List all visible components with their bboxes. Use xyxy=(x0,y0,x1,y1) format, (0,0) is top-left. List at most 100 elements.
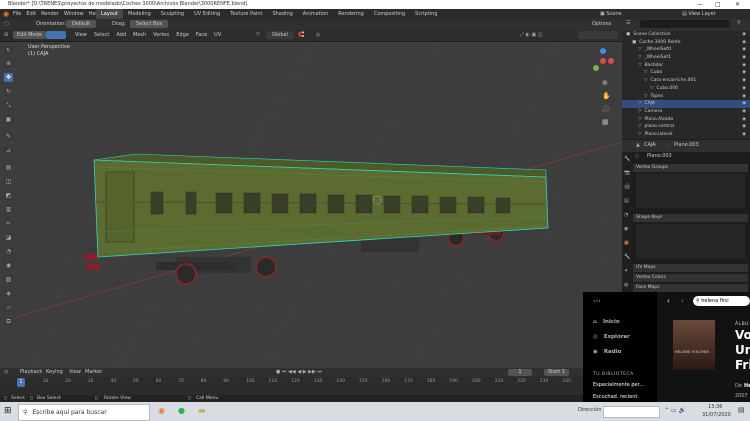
panel-face-maps[interactable]: Face Maps xyxy=(633,284,748,292)
tweak-tool-icon[interactable]: ↖ xyxy=(4,46,13,55)
physics-tab-icon[interactable]: ◍ xyxy=(624,282,628,288)
menu-vertex[interactable]: Vertex xyxy=(153,32,169,38)
outliner-row[interactable]: ▽ Plano.Alzado ◉ xyxy=(622,116,750,124)
view-layer-selector[interactable]: ▤ View Layer xyxy=(682,9,716,19)
visibility-eye-icon[interactable]: ◉ xyxy=(742,69,746,77)
shrink-fatten-tool-icon[interactable]: ◈ xyxy=(4,289,13,298)
maximize-button[interactable]: □ xyxy=(715,0,721,9)
perspective-toggle-icon[interactable]: ▦ xyxy=(602,118,609,126)
shading-mode-buttons[interactable] xyxy=(578,31,618,39)
outliner-row[interactable]: ▽ _WheelSet0 ◉ xyxy=(622,46,750,54)
outliner-search-field[interactable] xyxy=(640,20,730,28)
spotify-search-input[interactable]: ⚲ helena finc xyxy=(693,296,750,306)
rotate-tool-icon[interactable]: ↻ xyxy=(4,87,13,96)
knife-tool-icon[interactable]: ✂ xyxy=(4,219,13,228)
smooth-tool-icon[interactable]: ◉ xyxy=(4,261,13,270)
transform-orientation-dropdown[interactable]: Global xyxy=(266,31,294,39)
tab-animation[interactable]: Animation xyxy=(298,9,334,19)
rip-region-tool-icon[interactable]: ⧉ xyxy=(4,317,13,326)
panel-uv-maps[interactable]: UV Maps xyxy=(633,264,748,272)
mode-dropdown[interactable]: Edit Mode xyxy=(13,31,46,39)
filter-icon[interactable]: ⚲ xyxy=(737,20,741,26)
visibility-eye-icon[interactable]: ◉ xyxy=(742,31,746,39)
outliner-row[interactable]: ▽ plano.central ◉ xyxy=(622,123,750,131)
navigation-gizmo[interactable] xyxy=(586,44,620,78)
outliner-row[interactable]: ▽ Cubo.006 ◉ xyxy=(622,85,750,93)
library-item-1[interactable]: Especialmente per... xyxy=(593,382,644,388)
menu-marker[interactable]: Marker xyxy=(85,368,102,377)
forward-arrow-icon[interactable]: › xyxy=(681,297,684,305)
menu-add[interactable]: Add xyxy=(116,32,126,38)
tab-scripting[interactable]: Scripting xyxy=(410,9,442,19)
tab-layout[interactable]: Layout xyxy=(96,9,123,19)
timeline-ruler[interactable]: 1102030405060708090100110120130140150160… xyxy=(0,378,620,387)
outliner-row[interactable]: ▣ Coche 3000 Renfe ◉ xyxy=(622,39,750,47)
menu-edge[interactable]: Edge xyxy=(176,32,189,38)
outliner-row[interactable]: ▽ Topes ◉ xyxy=(622,93,750,101)
outliner-row[interactable]: ▽ Cubo ◉ xyxy=(622,69,750,77)
spotify-nav-explorar[interactable]: ◎ Explorar xyxy=(593,334,630,340)
output-tab-icon[interactable]: 🖨 xyxy=(624,184,630,190)
pan-icon[interactable]: ✋ xyxy=(602,92,611,100)
menu-window[interactable]: Window xyxy=(64,11,84,17)
viewport-gizmo-icons[interactable]: ⤢ ◐ ▣ ◫ xyxy=(520,30,543,41)
shape-keys-list[interactable] xyxy=(636,224,745,258)
view-layer-tab-icon[interactable]: ▤ xyxy=(624,198,629,204)
start-frame-field[interactable]: Start 1 xyxy=(544,369,569,376)
shear-tool-icon[interactable]: ▱ xyxy=(4,303,13,312)
file-explorer-taskbar-icon[interactable]: ▬ xyxy=(198,406,206,415)
visibility-eye-icon[interactable]: ◉ xyxy=(742,123,746,131)
panel-shape-keys[interactable]: Shape Keys xyxy=(633,214,748,222)
back-arrow-icon[interactable]: ‹ xyxy=(667,297,670,305)
proportional-edit-icon[interactable]: ◎ xyxy=(316,30,320,41)
visibility-eye-icon[interactable]: ◉ xyxy=(742,93,746,101)
address-toolbar-input[interactable] xyxy=(603,406,660,418)
measure-tool-icon[interactable]: ⊿ xyxy=(4,146,13,155)
menu-render[interactable]: Render xyxy=(41,11,59,17)
taskbar-time[interactable]: 13:36 xyxy=(708,404,722,410)
taskbar-date[interactable]: 31/07/2020 xyxy=(702,412,731,418)
panel-vertex-groups[interactable]: Vertex Groups xyxy=(633,164,748,172)
select-tool-icon[interactable]: ▢ xyxy=(4,19,9,30)
object-tab-icon[interactable]: ▣ xyxy=(624,240,629,246)
cursor-tool-icon[interactable]: ⊕ xyxy=(4,59,13,68)
scene-tab-icon[interactable]: ◔ xyxy=(624,212,628,218)
album-cover[interactable]: HELENE FISCHER xyxy=(673,320,715,370)
snap-icon[interactable]: 🧲 xyxy=(298,30,304,41)
transform-tool-icon[interactable]: ▣ xyxy=(4,115,13,124)
tab-uv-editing[interactable]: UV Editing xyxy=(189,9,225,19)
edge-slide-tool-icon[interactable]: ▧ xyxy=(4,275,13,284)
more-options-icon[interactable]: ··· xyxy=(593,297,601,306)
particles-tab-icon[interactable]: ✦ xyxy=(624,268,628,274)
outliner-row[interactable]: ▽ Cara encarriche.001 ◉ xyxy=(622,77,750,85)
annotate-tool-icon[interactable]: ✎ xyxy=(4,132,13,141)
menu-timeline-view[interactable]: View xyxy=(69,368,81,377)
library-item-2[interactable]: Escuchad. recient. xyxy=(593,394,639,400)
camera-view-icon[interactable]: 🎥 xyxy=(602,105,611,113)
tab-modeling[interactable]: Modeling xyxy=(123,9,156,19)
visibility-eye-icon[interactable]: ◉ xyxy=(742,62,746,70)
modifier-tab-icon[interactable]: 🔧 xyxy=(624,254,630,260)
spotify-nav-radio[interactable]: ◉ Radio xyxy=(593,349,621,355)
tab-sculpting[interactable]: Sculpting xyxy=(156,9,189,19)
drag-dropdown[interactable]: Select Box xyxy=(130,20,169,28)
spotify-nav-inicio[interactable]: ⌂ Inicio xyxy=(593,319,620,325)
menu-view[interactable]: View xyxy=(75,32,87,38)
menu-uv[interactable]: UV xyxy=(214,32,221,38)
taskbar-search-box[interactable]: ⚲ Escribe aquí para buscar xyxy=(18,404,150,421)
visibility-eye-icon[interactable]: ◉ xyxy=(742,54,746,62)
editor-type-icon[interactable]: ⊞ xyxy=(4,30,8,41)
minimize-button[interactable]: — xyxy=(697,0,703,9)
outliner-editor-icon[interactable]: ☰ xyxy=(626,20,630,26)
move-tool-icon[interactable]: ✥ xyxy=(4,73,13,82)
select-mode-buttons[interactable] xyxy=(46,31,66,39)
outliner-row[interactable]: ▣ Scene Collection ◉ xyxy=(622,31,750,39)
menu-playback[interactable]: Playback xyxy=(20,368,42,377)
visibility-eye-icon[interactable]: ◉ xyxy=(742,100,746,108)
outliner-row[interactable]: ▽ CAJA ◉ xyxy=(622,100,750,108)
blender-taskbar-icon[interactable]: ◉ xyxy=(158,406,165,415)
orientation-dropdown[interactable]: Default xyxy=(66,20,97,28)
3d-viewport[interactable]: User Perspective (1) CAJA ⊕ ✋ 🎥 ▦ xyxy=(16,42,622,368)
bevel-tool-icon[interactable]: ◩ xyxy=(4,191,13,200)
tab-shading[interactable]: Shading xyxy=(267,9,297,19)
